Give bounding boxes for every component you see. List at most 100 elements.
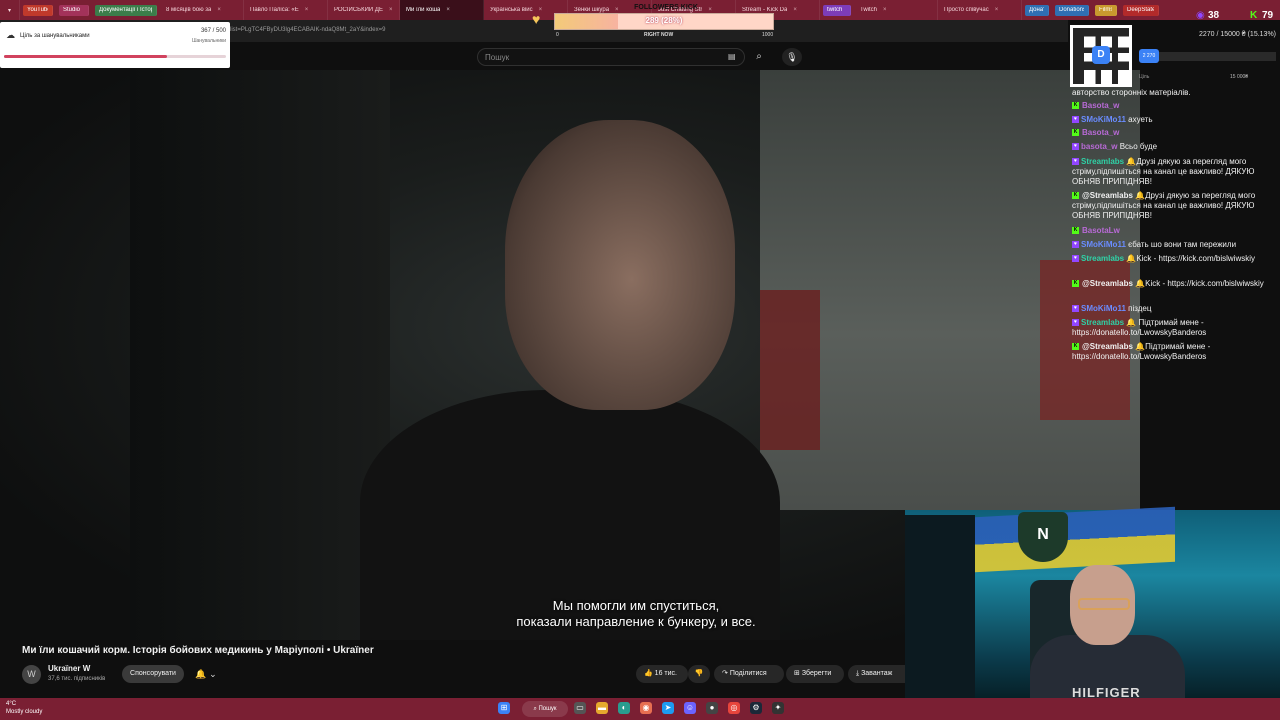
tab-menu-icon[interactable]: ▾ [0,0,20,20]
download-icon: ⤓ [856,670,860,677]
browser-tab[interactable]: Павло Паліса: «Е × [244,0,328,20]
close-tab-icon[interactable]: × [217,7,221,13]
fan-goal-progress [4,55,167,58]
browser-tab-label: YouTube [27,7,48,13]
dislike-button[interactable]: 👎 [688,665,710,683]
chat-text: авторство сторонніх матеріалів. [1072,88,1191,97]
microphone-icon[interactable]: 🎙 [782,48,802,66]
chat-username: Streamlabs [1081,157,1127,166]
browser-tab-label: DeepState [1127,7,1154,13]
browser-tab[interactable]: YouTube [23,4,53,16]
fan-goal-sublabel: Шанувальники [191,38,226,44]
weather-temperature: 4°C [6,701,17,707]
steam-icon[interactable]: ⚙ [750,702,762,714]
chat-username: basota_w [1081,142,1120,151]
browser-tab[interactable]: Films [1095,4,1117,16]
browser-tab[interactable]: Studio [59,4,89,16]
close-tab-icon[interactable]: × [995,7,999,13]
file-explorer-icon[interactable]: ▬ [596,702,608,714]
sponsor-button[interactable]: Спонсорувати [122,665,184,683]
weather-condition: Mostly cloudy [6,709,43,715]
followers-label: FOLLOWERS KICK [634,4,698,11]
search-icon[interactable]: ⌕ [748,48,770,66]
share-button[interactable]: ↷ Поділитися [714,665,784,683]
save-button[interactable]: ⊞ Зберегти [786,665,844,683]
channel-name[interactable]: Ukraїner W [48,664,90,673]
donation-logo-icon: D [1092,46,1110,64]
browser-tab[interactable]: Ми їли коша × [400,0,484,20]
chat-message: ♥ Streamlabs 🔔Kick - https://kick.com/bis… [1072,254,1278,264]
browser-tab[interactable]: twitch [823,4,851,16]
browser-tab[interactable]: 8 місяців бою за × [160,0,244,20]
telegram-icon[interactable]: ➤ [662,702,674,714]
chat-username: @Streamlabs [1082,191,1136,200]
chat-message: K @Streamlabs 🔔Kick - https://kick.com/bi… [1072,279,1278,289]
browser-tab-label: Українська війс [490,7,533,13]
chat-text: 🔔Kick - https://kick.com/bislwiwskiy [1135,279,1264,288]
search-input[interactable]: Пошук [477,48,745,66]
twitch-badge-icon: ♥ [1072,319,1079,327]
download-button[interactable]: ⤓ Завантаж [848,665,908,683]
chat-overlay: авторство сторонніх матеріалів. K Basota_w… [1068,86,1280,376]
app-icon[interactable]: ✦ [772,702,784,714]
like-button[interactable]: 👍 16 тис. [636,665,688,683]
donation-goal-left-label: Ціль [1139,74,1150,80]
kick-badge-icon: K [1072,129,1079,137]
keyboard-icon[interactable]: ▤ [728,52,736,61]
browser-tab-label: Ми їли коша [406,7,441,13]
twitch-icon: ◉ [1196,10,1205,21]
ukraine-flag [975,506,1175,573]
discord-icon[interactable]: ☺ [684,702,696,714]
twitch-badge-icon: ♥ [1072,255,1079,263]
browser-tab[interactable]: Документації і Історія [95,4,157,16]
kick-badge-icon: K [1072,102,1079,110]
subtitle-line-1: Мы помогли им спуститься, [552,598,720,613]
notification-bell-icon[interactable]: 🔔 ⌄ [190,665,222,683]
share-icon: ↷ [722,670,728,677]
browser-tab[interactable]: Просто співучас × [938,0,1022,20]
browser-tab[interactable]: Twitch × [854,0,938,20]
windows-start-icon[interactable]: ⊞ [498,702,510,714]
browser-tab[interactable]: Донат [1025,4,1049,16]
close-tab-icon[interactable]: × [305,7,309,13]
kick-viewer-count: 79 [1262,10,1274,21]
video-red-machine [760,290,820,450]
edge-icon[interactable]: ◐ [618,702,630,714]
browser-tab-label: 8 місяців бою за [166,7,212,13]
browser-tab[interactable]: Donations [1055,4,1089,16]
close-tab-icon[interactable]: × [793,7,797,13]
chat-username: Basota_w [1082,101,1120,110]
bookmark-icon: ⊞ [794,670,800,677]
weather-widget[interactable]: 4°C Mostly cloudy [6,700,42,716]
close-tab-icon[interactable]: × [446,7,450,13]
firefox-icon[interactable]: ◉ [640,702,652,714]
kick-badge-icon: K [1072,280,1079,288]
close-tab-icon[interactable]: × [883,7,887,13]
chrome-icon[interactable]: ◎ [728,702,740,714]
close-tab-icon[interactable]: × [389,7,393,13]
chat-message: ♥ SMoKiMo11 ахуеть [1072,115,1278,125]
channel-avatar[interactable]: W [22,665,41,684]
chat-message: ♥ SMoKiMo11 піздец [1072,304,1278,314]
taskbar-search[interactable]: ⌕ Пошук [522,701,568,717]
chat-username: SMoKiMo11 [1081,304,1129,313]
browser-tab[interactable]: DeepState [1123,4,1159,16]
url-text: list=PLgTC4FByDU3lg4ECABAIK-ndaQ8Mt_2aY&… [230,27,386,33]
browser-tab-label: Twitch [860,7,878,13]
browser-tab-label: РОСІЙСЬКИЙ ДЕ [334,7,383,13]
task-view-icon[interactable]: ▭ [574,702,586,714]
kick-badge-icon: K [1072,227,1079,235]
browser-tab-label: Donations [1059,7,1084,13]
followers-center-label: RIGHT NOW [644,32,674,38]
chat-username: Streamlabs [1081,254,1127,263]
twitch-badge-icon: ♥ [1072,158,1079,166]
browser-tab[interactable]: РОСІЙСЬКИЙ ДЕ × [328,0,400,20]
twitch-badge-icon: ♥ [1072,305,1079,313]
chat-username: Basota_w [1082,128,1120,137]
chat-message: ♥ SMoKiMo11 єбать шо вони там пережили [1072,240,1278,250]
obs-icon[interactable]: ● [706,702,718,714]
browser-tab-label: Донат [1029,7,1044,13]
download-label: Завантаж [861,670,893,677]
video-person-head [505,120,735,410]
chat-message: ♥ Streamlabs 🔔 Підтримай мене - https://d… [1072,318,1278,338]
